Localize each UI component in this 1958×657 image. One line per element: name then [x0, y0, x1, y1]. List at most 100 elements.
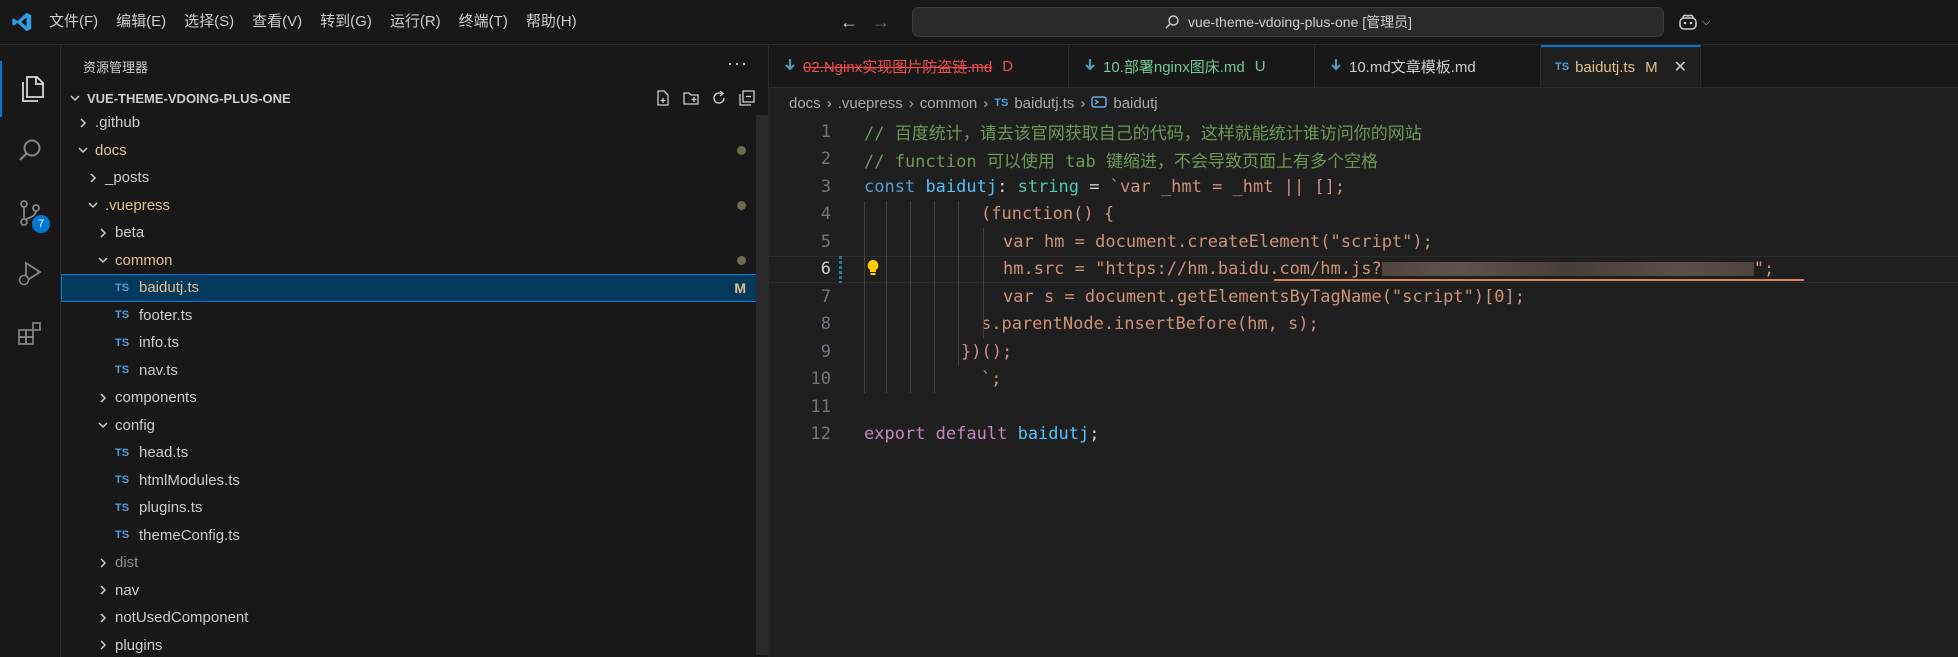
tree-file[interactable]: TS info.ts	[61, 329, 768, 357]
menu-item[interactable]: 帮助(H)	[517, 0, 586, 44]
tree-file[interactable]: TS themeConfig.ts	[61, 522, 768, 550]
tree-folder[interactable]: nav	[61, 577, 768, 605]
line-number: 8	[820, 314, 831, 335]
markdown-file-icon	[1331, 59, 1341, 71]
tree-item-label: info.ts	[139, 334, 180, 352]
tree-item-label: common	[115, 251, 173, 269]
tree-folder[interactable]: notUsedComponent	[61, 604, 768, 632]
tree-file[interactable]: TS footer.ts	[61, 302, 768, 330]
tree-folder[interactable]: .vuepress	[61, 192, 768, 220]
tree-folder[interactable]: .github	[61, 109, 768, 137]
tree-file[interactable]: TS nav.ts	[61, 357, 768, 385]
markdown-file-icon	[1085, 59, 1095, 71]
breadcrumb-item[interactable]: baidutj	[1113, 95, 1157, 112]
chevron-right-icon	[95, 584, 111, 596]
code-text: s.parentNode.insertBefore(hm, s);	[981, 314, 1319, 335]
breadcrumb-item[interactable]: docs	[789, 95, 821, 112]
code-line-3: 3 const baidutj: string = `var _hmt = _h…	[769, 173, 1958, 201]
menu-item[interactable]: 终端(T)	[450, 0, 517, 44]
workspace-section[interactable]: VUE-THEME-VDOING-PLUS-ONE	[61, 87, 768, 109]
breadcrumb-item[interactable]: baidutj.ts	[1014, 95, 1074, 112]
command-center-search[interactable]: vue-theme-vdoing-plus-one [管理员]	[912, 7, 1664, 37]
tree-file[interactable]: TS plugins.ts	[61, 494, 768, 522]
code-text: (function() {	[981, 204, 1115, 225]
tree-folder[interactable]: dist	[61, 549, 768, 577]
tree-file[interactable]: TS baidutj.ts M	[61, 274, 768, 302]
menu-item[interactable]: 查看(V)	[243, 0, 311, 44]
search-icon	[1165, 15, 1179, 29]
token-variable: baidutj	[925, 176, 998, 197]
forward-arrow-icon[interactable]: →	[872, 12, 890, 33]
sidebar-scrollbar[interactable]	[756, 115, 768, 655]
source-control-activity[interactable]: 7	[0, 185, 60, 241]
typescript-file-icon: TS	[115, 474, 130, 487]
new-folder-icon[interactable]	[682, 89, 700, 107]
tree-folder[interactable]: common	[61, 247, 768, 275]
tree-item-label: _posts	[105, 169, 150, 187]
tab-git-status: U	[1254, 57, 1266, 75]
menu-item[interactable]: 文件(F)	[40, 0, 107, 44]
tree-folder[interactable]: beta	[61, 219, 768, 247]
back-arrow-icon[interactable]: ←	[840, 12, 858, 33]
tree-folder[interactable]: docs	[61, 137, 768, 165]
editor-tab[interactable]: 02.Nginx实现图片防盗链.md D	[769, 45, 1069, 87]
tree-folder[interactable]: config	[61, 412, 768, 440]
editor-tab[interactable]: 10.部署nginx图床.md U	[1069, 45, 1315, 87]
tree-folder[interactable]: components	[61, 384, 768, 412]
code-text: // 百度统计，请去该官网获取自己的代码，这样就能统计谁访问你的网站	[864, 124, 1422, 145]
token-string: `var _hmt = _hmt || [];	[1109, 176, 1346, 197]
tab-git-status: D	[1002, 57, 1014, 75]
more-actions-icon[interactable]: ···	[727, 53, 748, 74]
modified-dot-icon	[737, 255, 746, 265]
refresh-icon[interactable]	[710, 89, 728, 107]
tree-item-label: notUsedComponent	[115, 609, 249, 627]
extensions-activity[interactable]	[0, 305, 60, 361]
code-text: export default baidutj;	[864, 424, 1099, 444]
modified-dot-icon	[737, 200, 746, 210]
explorer-actions	[654, 87, 756, 109]
search-activity[interactable]	[0, 123, 60, 179]
menu-item[interactable]: 编辑(E)	[107, 0, 175, 44]
code-line-7: 7 var s = document.getElementsByTagName(…	[769, 283, 1958, 311]
code-line-8: 8 s.parentNode.insertBefore(hm, s);	[769, 311, 1958, 339]
breadcrumb-item[interactable]: .vuepress	[838, 95, 903, 112]
collapse-all-icon[interactable]	[738, 89, 756, 107]
chevron-right-icon: ›	[1080, 94, 1086, 112]
tree-folder[interactable]: plugins	[61, 632, 768, 657]
code-text: var s = document.getElementsByTagName("s…	[1003, 286, 1525, 307]
tree-file[interactable]: TS head.ts	[61, 439, 768, 467]
indent-guide	[864, 200, 865, 393]
code-line-6: 6 hm.src = "https://hm.baidu.com/hm.js? "…	[769, 255, 1958, 283]
chevron-right-icon	[95, 392, 111, 404]
line-number: 5	[820, 231, 831, 252]
new-file-icon[interactable]	[654, 89, 672, 107]
menu-item[interactable]: 选择(S)	[175, 0, 243, 44]
tree-file[interactable]: TS htmlModules.ts	[61, 467, 768, 495]
editor-area: 02.Nginx实现图片防盗链.md D 10.部署nginx图床.md U 10.md…	[769, 45, 1958, 657]
tree-folder[interactable]: _posts	[61, 164, 768, 192]
lightbulb-icon[interactable]	[866, 259, 880, 282]
chevron-right-icon	[95, 639, 111, 651]
explorer-title: 资源管理器	[83, 59, 149, 75]
tree-item-label: components	[115, 389, 197, 407]
files-icon	[22, 76, 44, 102]
tree-item-label: baidutj.ts	[139, 279, 200, 297]
menu-item[interactable]: 转到(G)	[311, 0, 381, 44]
typescript-file-icon: TS	[115, 501, 130, 514]
tree-item-label: htmlModules.ts	[139, 471, 240, 489]
git-status-badge: M	[734, 279, 746, 296]
typescript-file-icon: TS	[115, 446, 130, 459]
close-icon[interactable]: ✕	[1674, 57, 1687, 77]
run-debug-activity[interactable]	[0, 245, 60, 301]
indent-guide	[958, 200, 959, 366]
workspace-title: VUE-THEME-VDOING-PLUS-ONE	[87, 90, 291, 106]
explorer-activity[interactable]	[0, 61, 62, 117]
editor-tab[interactable]: 10.md文章模板.md	[1315, 45, 1541, 87]
title-bar: 文件(F) 编辑(E) 选择(S) 查看(V) 转到(G) 运行(R) 终端(T) 帮助(H)…	[0, 0, 1958, 45]
breadcrumb-item[interactable]: common	[920, 95, 978, 112]
source-control-badge: 7	[32, 215, 50, 233]
menu-item[interactable]: 运行(R)	[381, 0, 450, 44]
copilot-button[interactable]: ⌵	[1678, 8, 1710, 36]
line-number: 4	[820, 204, 831, 225]
editor-tab[interactable]: TS baidutj.ts M ✕	[1541, 45, 1701, 87]
